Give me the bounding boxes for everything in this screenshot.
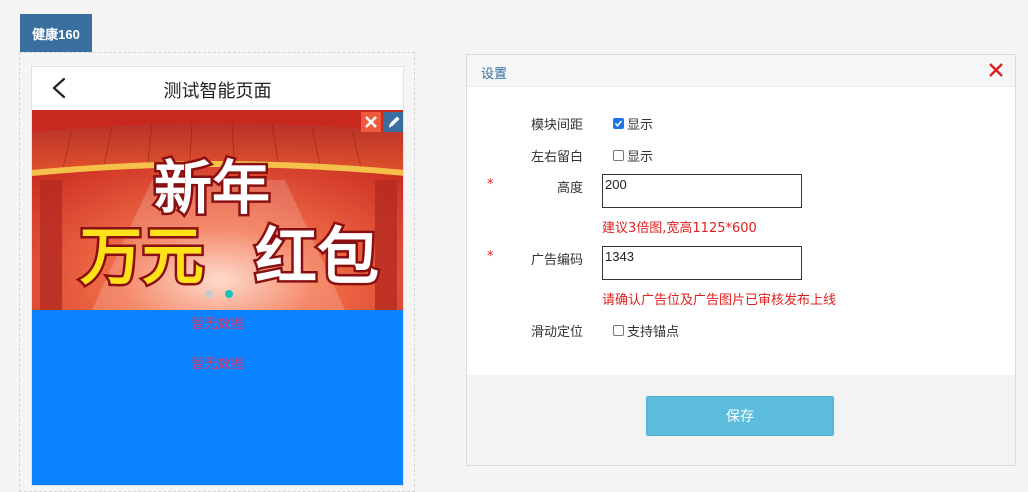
banner-edit-button[interactable] — [383, 112, 403, 132]
height-label: 高度 — [556, 181, 583, 196]
banner-image: 新年 万元 红包 — [32, 110, 403, 310]
banner-line2-rest: 红包 — [255, 220, 379, 293]
scroll-anchor-checkbox[interactable]: 支持锚点 — [613, 321, 679, 340]
module-area: 暂无数据 暂无数据 — [32, 310, 403, 485]
save-button[interactable]: 保存 — [646, 396, 834, 436]
checkbox-checked[interactable] — [613, 118, 624, 129]
height-hint: 建议3倍图,宽高1125*600 — [602, 221, 757, 236]
height-input[interactable]: 200 — [602, 174, 802, 208]
checkmark-icon — [614, 120, 623, 128]
scroll-anchor-option: 支持锚点 — [627, 325, 680, 340]
banner-delete-button[interactable] — [361, 112, 381, 132]
tab-label: 健康160 — [32, 26, 80, 42]
phone-preview: 测试智能页面 新年 万元 红包 暂无数据 暂无数据 — [31, 66, 404, 486]
banner-line1: 新年 — [154, 154, 270, 222]
close-icon[interactable] — [987, 61, 1005, 79]
module-spacing-label: 模块间距 — [530, 118, 583, 133]
panel-title: 设置 — [481, 67, 508, 82]
checkbox-unchecked[interactable] — [613, 150, 624, 161]
panel-footer: 保存 — [467, 375, 1015, 465]
ad-code-input[interactable]: 1343 — [602, 246, 802, 280]
side-margin-label: 左右留白 — [530, 150, 583, 165]
module-spacing-checkbox[interactable]: 显示 — [613, 114, 653, 133]
carousel-dot[interactable] — [204, 290, 213, 298]
banner-carousel[interactable]: 新年 万元 红包 — [32, 110, 403, 310]
carousel-dots — [32, 290, 403, 298]
page-title: 测试智能页面 — [163, 81, 272, 102]
scroll-anchor-label: 滑动定位 — [530, 325, 583, 340]
module-spacing-option: 显示 — [627, 118, 654, 133]
empty-text-2: 暂无数据 — [191, 357, 244, 372]
panel-header: 设置 — [467, 55, 1015, 87]
checkbox-unchecked[interactable] — [613, 325, 624, 336]
tab-jiankang160[interactable]: 健康160 — [20, 14, 92, 52]
phone-header: 测试智能页面 — [32, 67, 403, 110]
carousel-dot-active[interactable] — [224, 290, 233, 298]
settings-panel: 设置 模块间距 显示 左右留白 显示 * 高度 200 建议3倍图,宽高1125… — [466, 54, 1016, 466]
ad-code-hint: 请确认广告位及广告图片已审核发布上线 — [602, 293, 837, 308]
side-margin-checkbox[interactable]: 显示 — [613, 146, 653, 165]
close-icon — [365, 116, 377, 128]
banner-line2-highlight: 万元 — [80, 220, 204, 293]
pencil-icon — [388, 116, 400, 128]
side-margin-option: 显示 — [627, 150, 654, 165]
ad-code-label: 广告编码 — [530, 253, 583, 268]
empty-text-1: 暂无数据 — [191, 317, 244, 332]
